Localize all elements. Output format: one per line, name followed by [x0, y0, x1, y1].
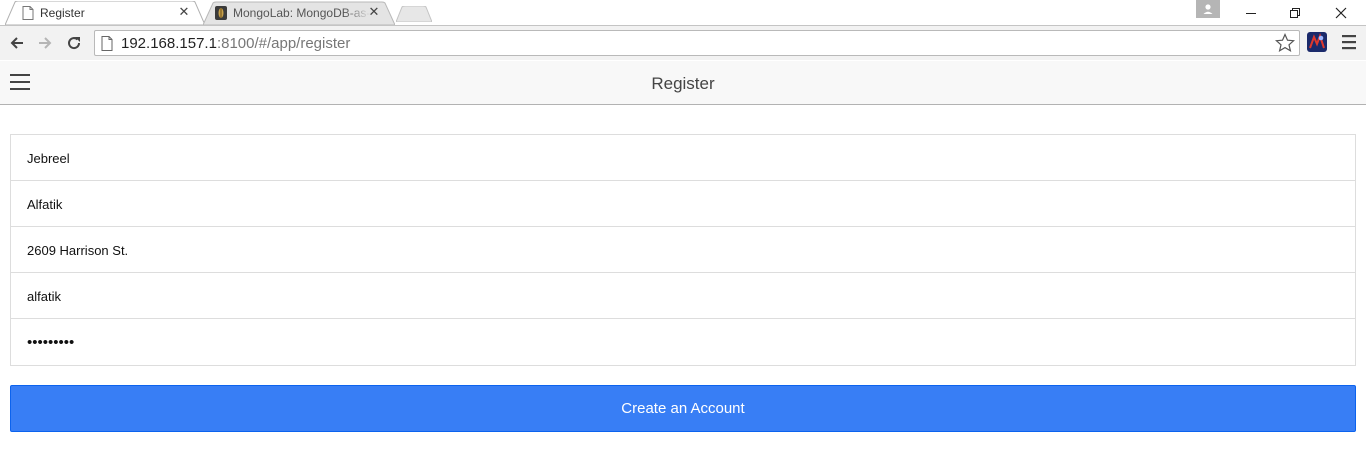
avatar-icon — [1203, 4, 1213, 14]
browser-tab-strip: Register ✕ MongoLab: MongoDB-as-a-Servic… — [0, 0, 1366, 25]
minimize-button[interactable] — [1228, 0, 1274, 25]
forward-arrow-icon — [39, 37, 52, 49]
reload-button[interactable] — [63, 32, 85, 54]
list-item — [11, 135, 1355, 181]
back-arrow-icon — [10, 37, 23, 49]
create-account-button[interactable]: Create an Account — [10, 385, 1356, 432]
extension-icon[interactable] — [1307, 32, 1327, 52]
url-host: 192.168.157.1 — [121, 35, 217, 52]
forward-button[interactable] — [34, 32, 56, 54]
address-input[interactable] — [27, 227, 1337, 273]
password-input[interactable] — [27, 319, 1337, 365]
tab-mongolab[interactable]: MongoLab: MongoDB-as-a-Service ✕ — [203, 1, 395, 25]
url-path: :8100/#/app/register — [216, 35, 351, 52]
list-item — [11, 319, 1355, 365]
restore-icon — [1290, 8, 1300, 18]
page-icon — [22, 6, 34, 20]
first-name-input[interactable] — [27, 135, 1337, 181]
profile-button[interactable] — [1196, 0, 1220, 18]
page-icon — [101, 36, 113, 51]
tab-title: Register — [40, 6, 85, 20]
close-icon[interactable]: ✕ — [367, 5, 381, 19]
reload-icon — [68, 37, 81, 50]
last-name-input[interactable] — [27, 181, 1337, 227]
list-item — [11, 227, 1355, 273]
register-form — [10, 134, 1356, 366]
back-button[interactable] — [6, 32, 28, 54]
username-input[interactable] — [27, 273, 1337, 319]
close-icon[interactable]: ✕ — [177, 5, 191, 19]
mongolab-icon — [215, 6, 227, 20]
tab-title: MongoLab: MongoDB-as-a-Service — [233, 6, 371, 20]
browser-toolbar: 192.168.157.1:8100/#/app/register — [0, 25, 1366, 60]
url-text[interactable]: 192.168.157.1:8100/#/app/register — [121, 35, 350, 52]
bookmark-star-icon[interactable] — [1275, 33, 1295, 53]
minimize-icon — [1246, 13, 1256, 14]
new-tab-button[interactable] — [396, 6, 432, 22]
list-item — [11, 181, 1355, 227]
page-title: Register — [651, 74, 715, 93]
app-header: Register — [0, 61, 1366, 105]
menu-icon[interactable] — [1342, 34, 1356, 50]
tab-register[interactable]: Register ✕ — [5, 1, 205, 25]
list-item — [11, 273, 1355, 319]
close-icon — [1335, 7, 1347, 19]
address-bar[interactable]: 192.168.157.1:8100/#/app/register — [94, 30, 1300, 56]
restore-button[interactable] — [1272, 0, 1318, 25]
close-window-button[interactable] — [1318, 0, 1364, 25]
